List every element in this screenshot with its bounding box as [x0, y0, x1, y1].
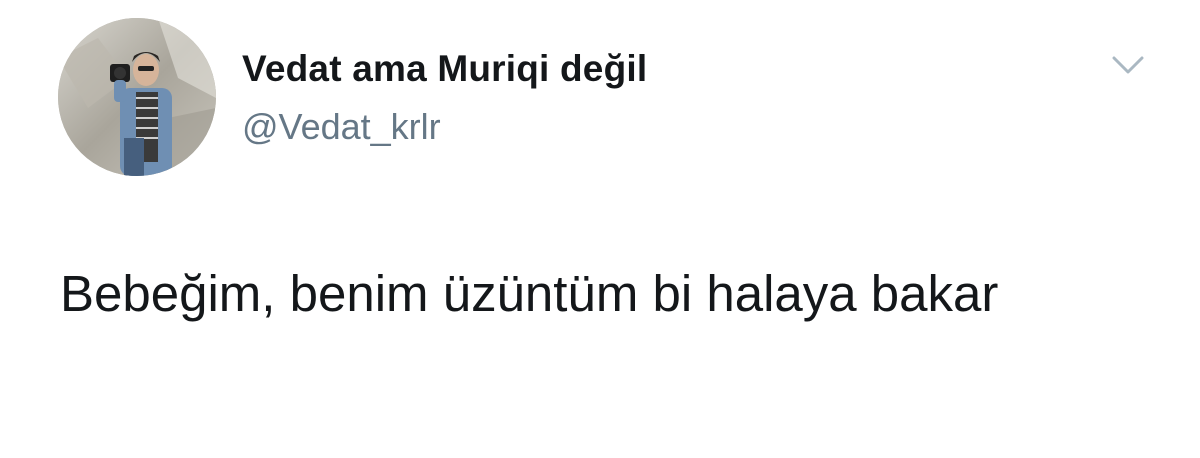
display-name[interactable]: Vedat ama Muriqi değil	[242, 48, 647, 90]
user-handle[interactable]: @Vedat_krlr	[242, 106, 441, 148]
chevron-down-icon[interactable]	[1110, 50, 1146, 80]
avatar[interactable]	[58, 18, 216, 176]
tweet-card: Vedat ama Muriqi değil @Vedat_krlr Bebeğ…	[0, 0, 1200, 458]
avatar-photo	[58, 18, 216, 176]
tweet-text: Bebeğim, benim üzüntüm bi halaya bakar	[60, 265, 999, 322]
